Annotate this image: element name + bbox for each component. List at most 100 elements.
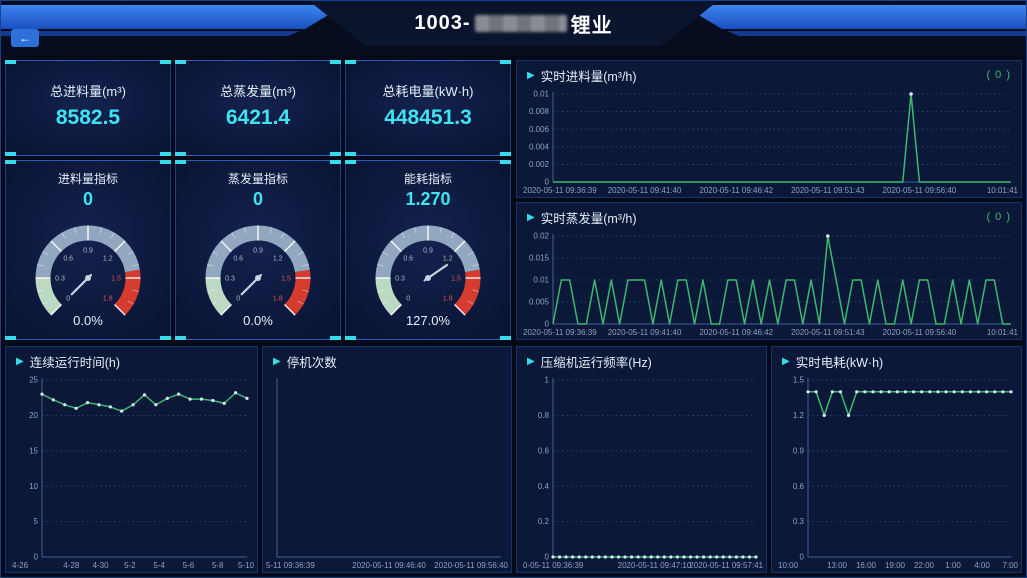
svg-text:0: 0 [236, 295, 240, 302]
chart-header: ▶ 停机次数 [263, 347, 511, 373]
header-right-decoration [682, 5, 1027, 29]
triangle-icon: ▶ [273, 356, 281, 367]
gauge-label: 蒸发量指标 [228, 170, 288, 187]
svg-text:10:00: 10:00 [778, 561, 799, 570]
chart-panel-stop-count: ▶ 停机次数 5-11 09:36:392020-05-11 09:46:402… [262, 346, 512, 573]
gauge-card-feed-index: 进料量指标 0 00.30.60.91.21.51.8 0.0% [5, 160, 171, 340]
chart-panel-run-hours: ▶ 连续运行时间(h) 25201510504-264-284-305-25-4… [5, 346, 258, 573]
line-chart: 1.51.20.90.60.3010:0013:0016:0019:0022:0… [772, 373, 1021, 572]
svg-text:0.3: 0.3 [395, 276, 405, 283]
corner-tab [345, 160, 356, 164]
gauge-label: 进料量指标 [58, 170, 118, 187]
svg-text:1: 1 [545, 376, 550, 385]
kpi-card-total-evaporation: 总蒸发量(m³) 6421.4 [175, 60, 341, 156]
svg-text:0.6: 0.6 [793, 482, 805, 491]
corner-tab [330, 60, 341, 64]
bottom-charts-row: ▶ 连续运行时间(h) 25201510504-264-284-305-25-4… [5, 346, 1022, 573]
svg-text:1.8: 1.8 [443, 295, 453, 302]
back-arrow-icon: ← [19, 31, 31, 45]
svg-text:5-4: 5-4 [153, 561, 165, 570]
svg-text:0.9: 0.9 [253, 248, 263, 255]
svg-text:0.9: 0.9 [83, 248, 93, 255]
svg-text:0.02: 0.02 [533, 232, 549, 241]
svg-text:2020-05-11 09:56:40: 2020-05-11 09:56:40 [883, 186, 957, 195]
header-bar: 1003- 锂业 ← [0, 0, 1027, 56]
gauge-value: 1.270 [405, 189, 450, 210]
svg-text:0.3: 0.3 [793, 517, 805, 526]
svg-text:2020-05-11 09:46:40: 2020-05-11 09:46:40 [352, 561, 426, 570]
corner-tab [175, 336, 186, 340]
svg-text:13:00: 13:00 [827, 561, 848, 570]
line-chart: 5-11 09:36:392020-05-11 09:46:402020-05-… [263, 373, 511, 572]
svg-text:4-30: 4-30 [93, 561, 110, 570]
svg-text:0.006: 0.006 [529, 125, 550, 134]
svg-text:0: 0 [66, 295, 70, 302]
chart-title: 实时蒸发量(m³/h) [541, 208, 637, 227]
svg-text:4:00: 4:00 [974, 561, 990, 570]
back-button[interactable]: ← [11, 29, 39, 47]
gauge-dial: 00.30.60.91.21.51.8 0.0% [181, 212, 335, 334]
svg-text:0.9: 0.9 [423, 248, 433, 255]
svg-text:2020-05-11 09:51:43: 2020-05-11 09:51:43 [791, 328, 865, 337]
corner-tab [500, 152, 511, 156]
kpi-label: 总进料量(m³) [50, 81, 126, 100]
svg-text:2020-05-11 09:41:40: 2020-05-11 09:41:40 [608, 328, 682, 337]
svg-text:0.005: 0.005 [529, 298, 550, 307]
svg-text:0.002: 0.002 [529, 160, 550, 169]
svg-text:0.8: 0.8 [538, 411, 550, 420]
page-title-suffix: 锂业 [571, 9, 613, 38]
svg-text:2020-05-11 09:41:40: 2020-05-11 09:41:40 [608, 186, 682, 195]
line-chart: 0.020.0150.010.00502020-05-11 09:36:3920… [517, 229, 1021, 339]
gauge-percent: 127.0% [351, 313, 505, 328]
svg-text:0-05-11 09:36:39: 0-05-11 09:36:39 [523, 561, 584, 570]
gauge-card-energy-index: 能耗指标 1.270 00.30.60.91.21.51.8 127.0% [345, 160, 511, 340]
svg-text:22:00: 22:00 [914, 561, 935, 570]
svg-text:1.5: 1.5 [451, 276, 461, 283]
kpi-label: 总耗电量(kW·h) [383, 81, 474, 100]
page-title-prefix: 1003- [414, 12, 470, 35]
svg-text:0.6: 0.6 [538, 446, 550, 455]
chart-title: 压缩机运行频率(Hz) [541, 352, 652, 371]
svg-text:1.8: 1.8 [103, 295, 113, 302]
header-right-stripe [727, 31, 1027, 36]
chart-header: ▶ 实时蒸发量(m³/h) ( 0 ) [517, 203, 1021, 229]
corner-tab [5, 160, 16, 164]
gauge-percent: 0.0% [181, 313, 335, 328]
gauge-dial: 00.30.60.91.21.51.8 0.0% [11, 212, 165, 334]
svg-text:0.6: 0.6 [403, 256, 413, 263]
svg-text:0.3: 0.3 [55, 276, 65, 283]
svg-text:10: 10 [29, 482, 38, 491]
triangle-icon: ▶ [527, 70, 535, 81]
redacted-text-block [475, 15, 567, 32]
chart-header: ▶ 实时进料量(m³/h) ( 0 ) [517, 61, 1021, 87]
chart-panel-feed-rate: ▶ 实时进料量(m³/h) ( 0 ) 0.010.0080.0060.0040… [516, 60, 1022, 198]
corner-tab [345, 336, 356, 340]
svg-text:10:01:41: 10:01:41 [987, 186, 1019, 195]
gauge-card-evaporation-index: 蒸发量指标 0 00.30.60.91.21.51.8 0.0% [175, 160, 341, 340]
line-chart: 10.80.60.40.200-05-11 09:36:392020-05-11… [517, 373, 766, 572]
svg-text:0.3: 0.3 [225, 276, 235, 283]
svg-text:0.004: 0.004 [529, 142, 550, 151]
header-plate: 1003- 锂业 [308, 0, 719, 46]
triangle-icon: ▶ [527, 356, 535, 367]
svg-text:1.2: 1.2 [443, 256, 453, 263]
svg-text:5-6: 5-6 [183, 561, 195, 570]
svg-text:1.5: 1.5 [281, 276, 291, 283]
svg-text:2020-05-11 09:47:10: 2020-05-11 09:47:10 [618, 561, 692, 570]
triangle-icon: ▶ [16, 356, 24, 367]
svg-text:2020-05-11 09:36:39: 2020-05-11 09:36:39 [523, 186, 597, 195]
svg-text:1.5: 1.5 [111, 276, 121, 283]
page-title: 1003- 锂业 [414, 9, 612, 38]
triangle-icon: ▶ [527, 212, 535, 223]
corner-tab [160, 60, 171, 64]
triangle-icon: ▶ [782, 356, 790, 367]
corner-tab [345, 152, 356, 156]
corner-tab [175, 160, 186, 164]
chart-header: ▶ 压缩机运行频率(Hz) [517, 347, 766, 373]
svg-text:2020-05-11 09:46:42: 2020-05-11 09:46:42 [699, 328, 773, 337]
svg-text:2020-05-11 09:56:40: 2020-05-11 09:56:40 [434, 561, 508, 570]
corner-tab [5, 336, 16, 340]
gauge-label: 能耗指标 [404, 170, 452, 187]
kpi-card-total-power: 总耗电量(kW·h) 448451.3 [345, 60, 511, 156]
corner-tab [500, 336, 511, 340]
